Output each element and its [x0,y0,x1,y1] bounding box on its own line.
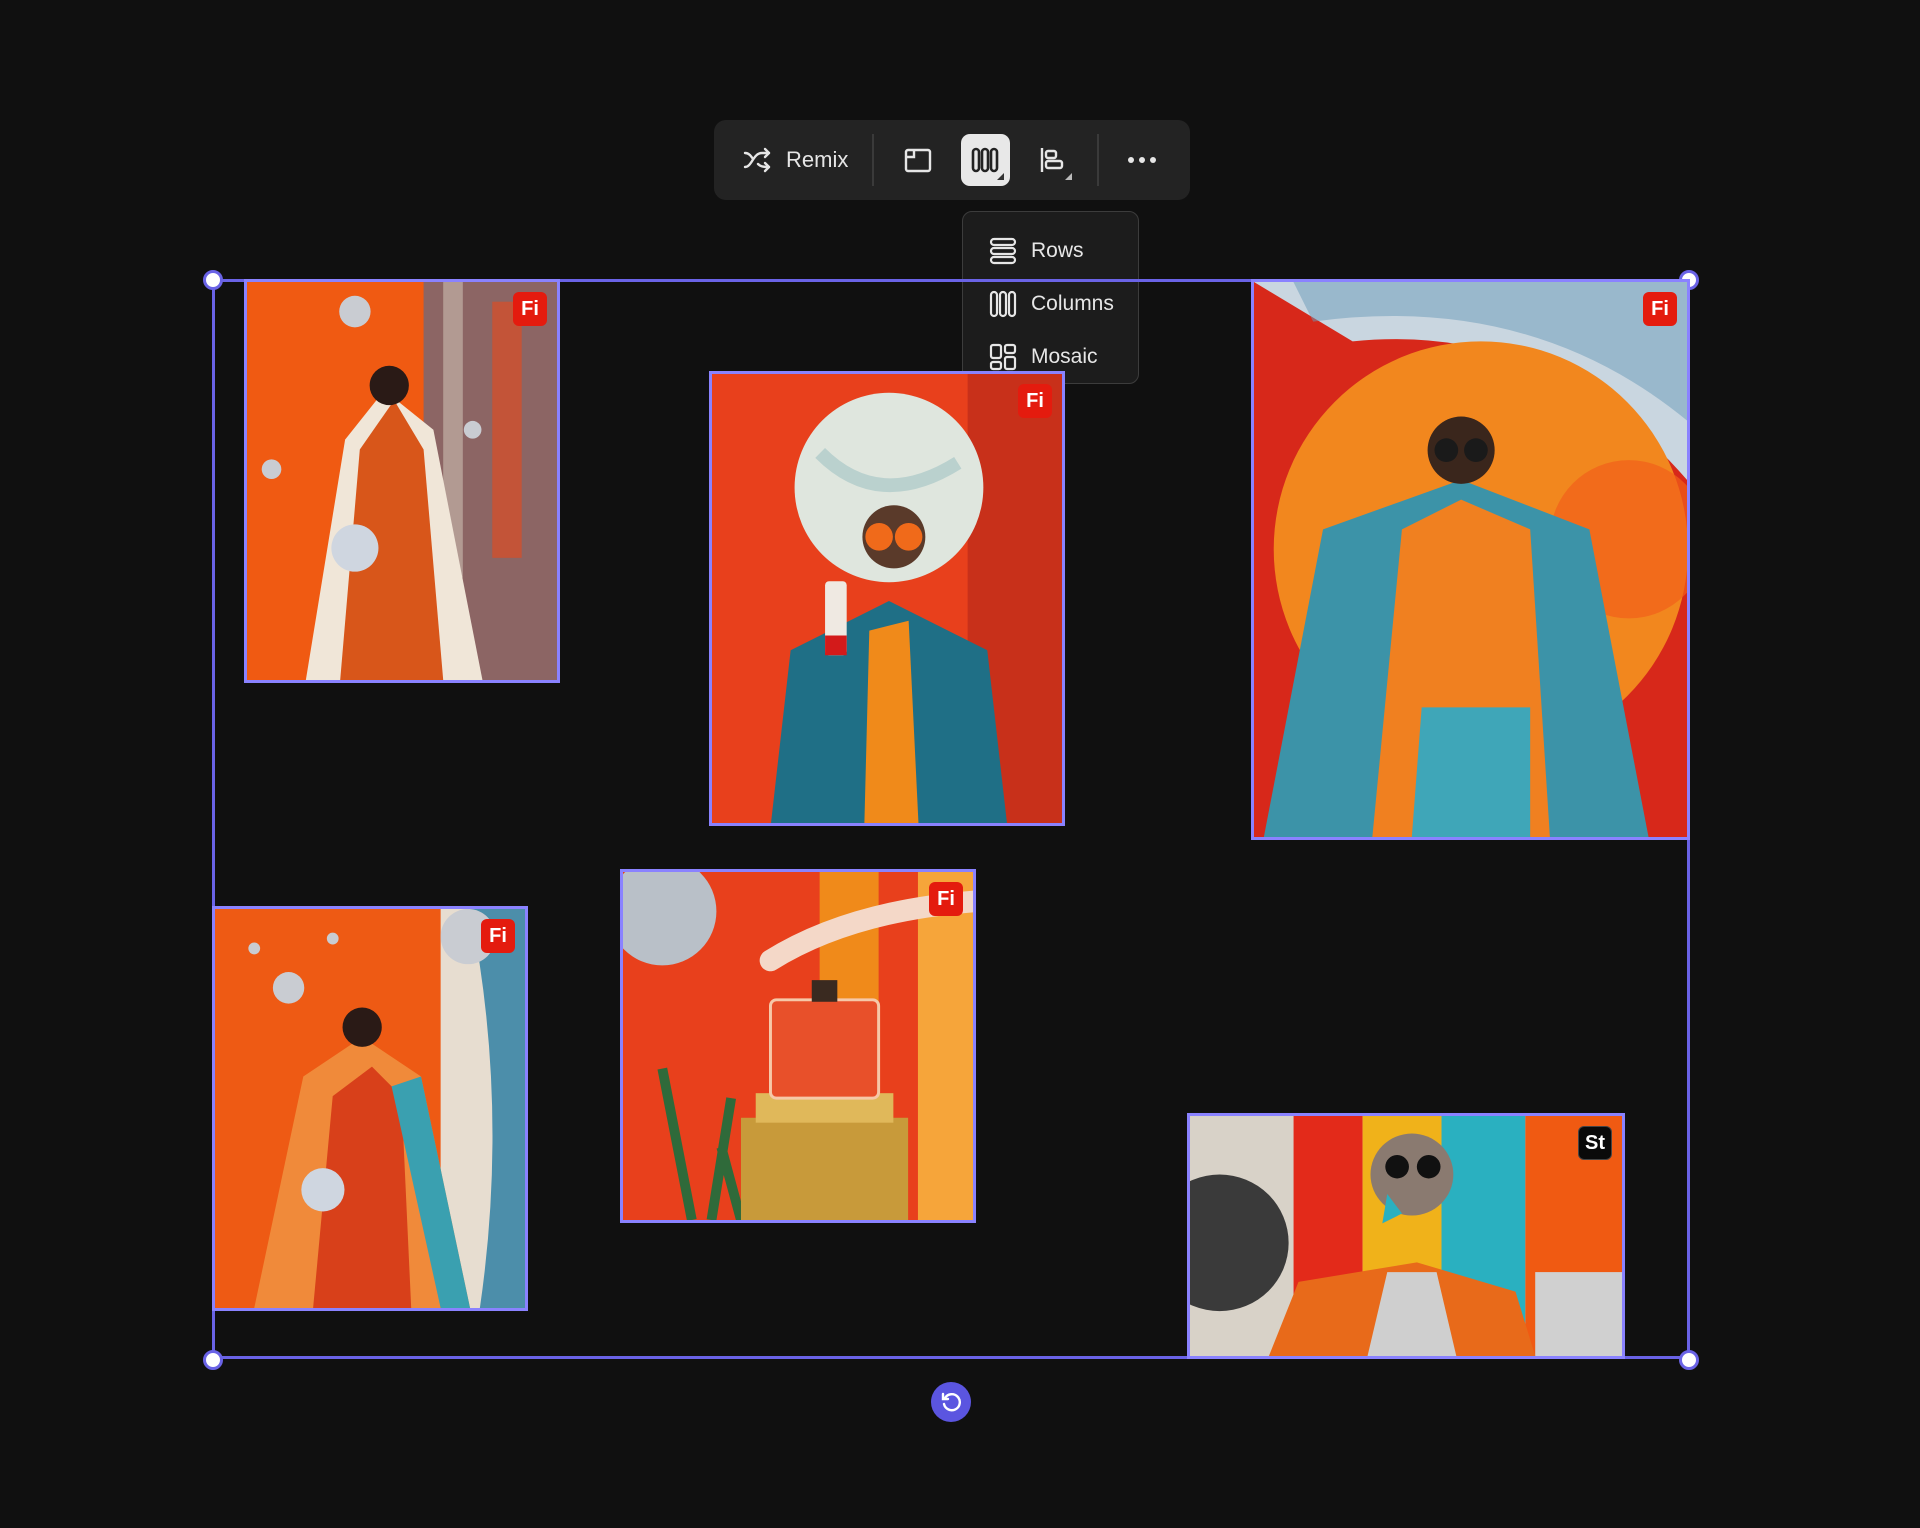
layout-button[interactable] [960,134,1011,186]
image-card[interactable]: Fi [620,869,976,1223]
image-card[interactable]: Fi [1251,279,1690,840]
fashion-photo-image [1190,1116,1622,1356]
resize-handle-top-left[interactable] [203,270,223,290]
fashion-photo-image [1254,282,1687,837]
more-icon [1128,157,1157,163]
image-card[interactable]: Fi [709,371,1065,826]
rows-icon [989,237,1017,264]
stock-badge: St [1578,1126,1612,1160]
fashion-photo-image [623,872,973,1220]
rotate-button[interactable] [931,1382,971,1422]
shuffle-icon [743,147,771,173]
remix-button[interactable]: Remix [728,134,862,186]
toolbar-divider [1096,134,1099,186]
fashion-photo-image [247,282,557,680]
image-card[interactable]: Fi [212,906,528,1311]
dropdown-corner-icon [1064,173,1072,180]
firefly-badge: Fi [929,882,963,916]
toolbar-divider [872,134,875,186]
firefly-badge: Fi [1643,292,1677,326]
firefly-badge: Fi [481,919,515,953]
dropdown-corner-icon [997,173,1005,180]
frame-button[interactable] [893,134,942,186]
menu-item-rows[interactable]: Rows [963,224,1138,277]
more-button[interactable] [1118,134,1167,186]
resize-handle-bottom-right[interactable] [1679,1350,1699,1370]
firefly-badge: Fi [1018,384,1052,418]
resize-handle-bottom-left[interactable] [203,1350,223,1370]
menu-item-label: Rows [1031,238,1084,262]
align-icon [1040,148,1064,172]
rotate-icon [941,1392,961,1412]
frame-icon [904,148,932,173]
image-card[interactable]: St [1187,1113,1625,1359]
align-button[interactable] [1028,134,1077,186]
columns-layout-icon [972,147,999,173]
floating-toolbar: Remix [714,120,1190,200]
image-card[interactable]: Fi [244,279,560,683]
fashion-photo-image [712,374,1062,823]
remix-label: Remix [786,147,849,172]
firefly-badge: Fi [513,292,547,326]
fashion-photo-image [215,909,525,1308]
